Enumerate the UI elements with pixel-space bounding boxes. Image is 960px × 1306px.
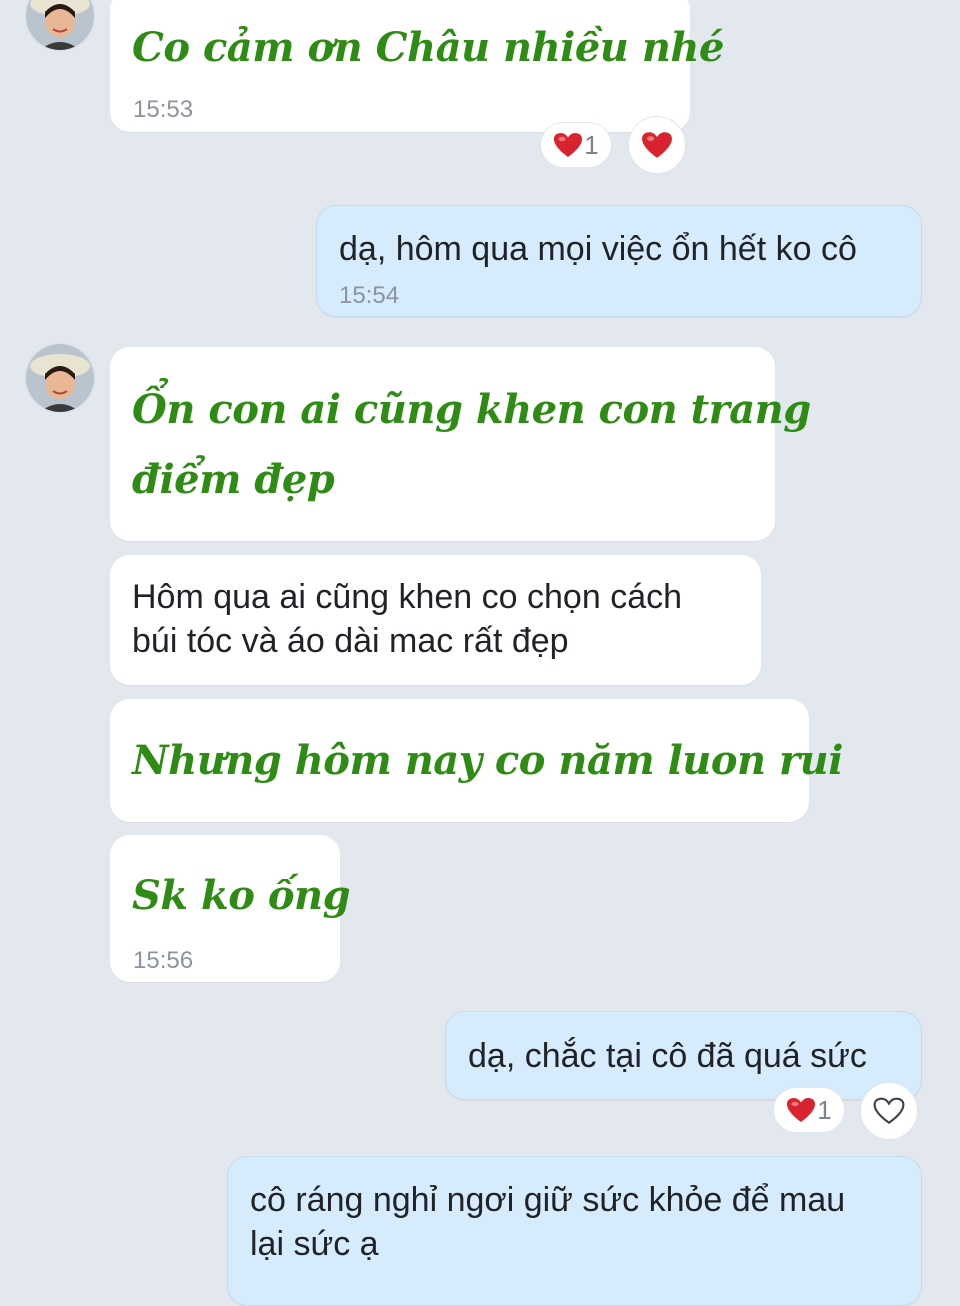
message-text: dạ, hôm qua mọi việc ổn hết ko cô — [339, 230, 857, 268]
message-text-line: Ổn con ai cũng khen con trang — [132, 386, 811, 433]
message-text-line: búi tóc và áo dài mac rất đẹp — [132, 622, 569, 660]
reaction-count: 1 — [817, 1094, 832, 1125]
red-heart-icon — [554, 133, 583, 157]
red-heart-icon — [787, 1098, 816, 1122]
message-text: Co cảm ơn Châu nhiều nhé — [132, 24, 724, 71]
add-reaction-button[interactable] — [628, 116, 686, 174]
heart-reaction-badge[interactable]: 1 — [773, 1087, 845, 1133]
reaction-count: 1 — [584, 129, 599, 160]
message-text: dạ, chắc tại cô đã quá sức — [468, 1037, 867, 1075]
message-text-line: điểm đẹp — [132, 456, 335, 503]
message-text: Nhưng hôm nay co năm luon rui — [132, 737, 843, 784]
message-time: 15:54 — [339, 282, 400, 309]
avatar[interactable] — [26, 0, 94, 50]
heart-icon — [642, 132, 672, 158]
message-time: 15:53 — [133, 96, 194, 123]
avatar[interactable] — [26, 344, 94, 412]
heart-outline-icon — [873, 1097, 905, 1125]
message-text-line: Hôm qua ai cũng khen co chọn cách — [132, 578, 683, 616]
add-reaction-button[interactable] — [860, 1082, 918, 1140]
message-text-line: cô ráng nghỉ ngơi giữ sức khỏe để mau — [250, 1181, 846, 1219]
heart-reaction-badge[interactable]: 1 — [540, 122, 612, 168]
contact-photo — [26, 0, 94, 50]
message-text: Sk ko ống — [132, 872, 351, 919]
message-time: 15:56 — [133, 947, 194, 974]
contact-photo — [26, 344, 94, 412]
message-text-line: lại sức ạ — [250, 1225, 379, 1263]
